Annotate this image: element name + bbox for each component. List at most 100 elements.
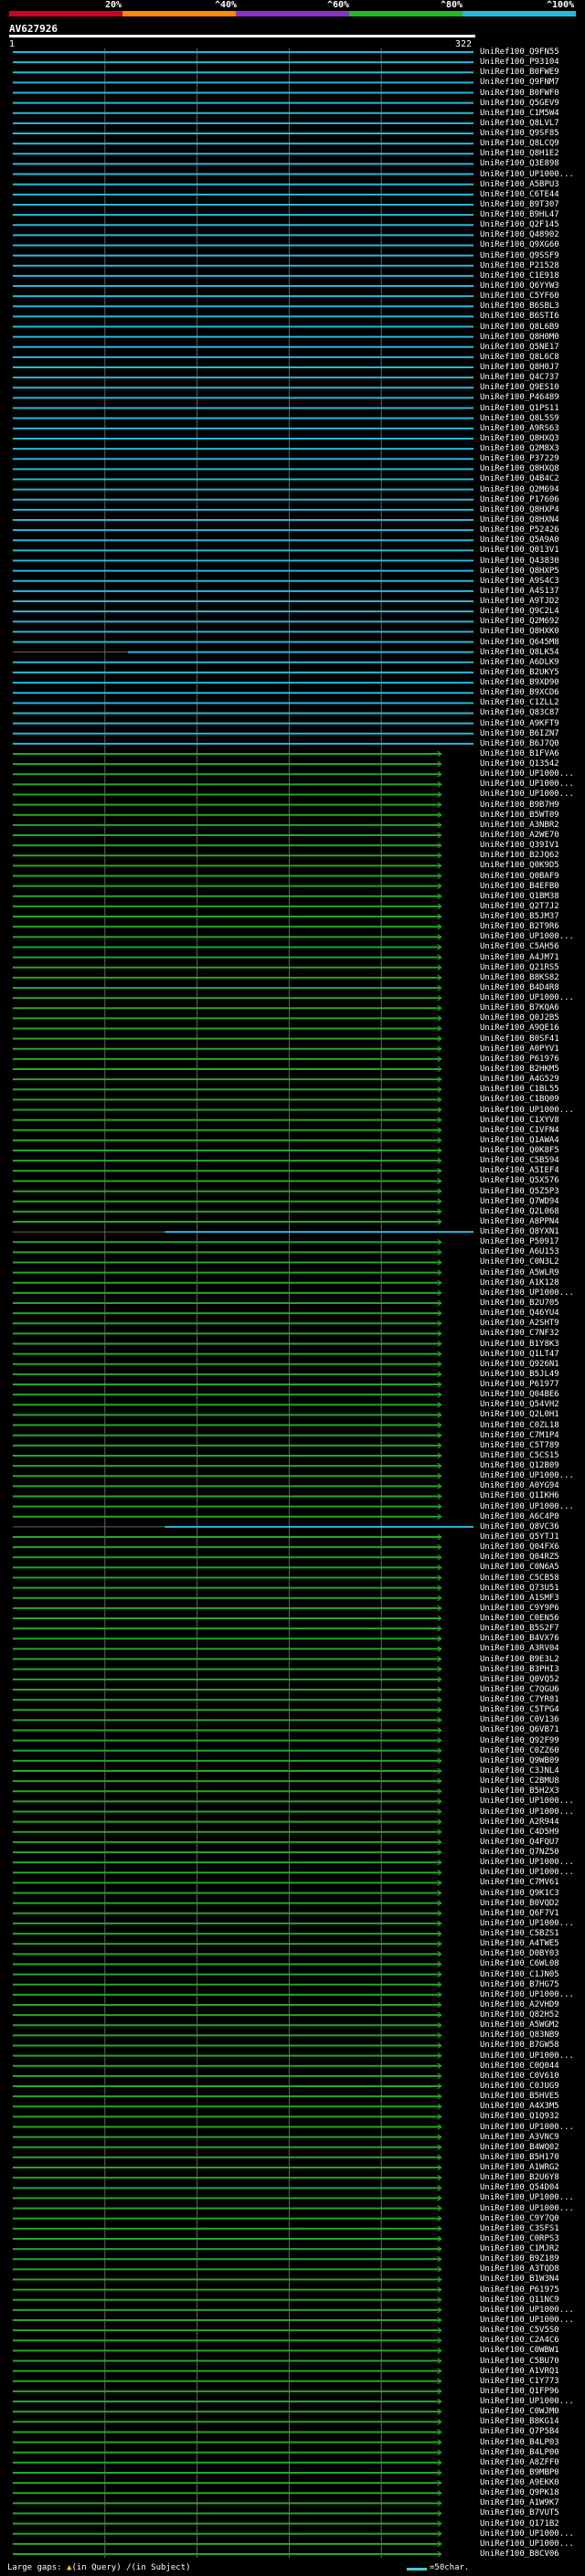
hit-label[interactable]: UniRef100_Q6YYW3 [480,281,559,291]
hit-label[interactable]: UniRef100_UP1000... [480,1807,574,1817]
hit-label[interactable]: UniRef100_C3JNL4 [480,1766,559,1776]
hit-label[interactable]: UniRef100_UP1000... [480,2398,574,2406]
hit-label[interactable]: UniRef100_B4LP00 [480,2448,559,2457]
hit-label[interactable]: UniRef100_UP1000... [480,780,574,789]
hit-label[interactable]: UniRef100_A1SMF3 [480,1594,559,1603]
hit-label[interactable]: UniRef100_A5WGM2 [480,2021,559,2030]
hit-label[interactable]: UniRef100_A3TQD8 [480,2265,559,2274]
hit-label[interactable]: UniRef100_Q12B09 [480,1462,559,1470]
hit-label[interactable]: UniRef100_A4S137 [480,587,559,596]
hit-label[interactable]: UniRef100_D0BY03 [480,1950,559,1958]
hit-label[interactable]: UniRef100_B0FWE9 [480,69,559,77]
hit-label[interactable]: UniRef100_Q8YXN1 [480,1228,559,1236]
hit-label[interactable]: UniRef100_Q926N1 [480,1360,559,1369]
hit-label[interactable]: UniRef100_C0RPS3 [480,2234,559,2243]
hit-label[interactable]: UniRef100_C5YF60 [480,292,559,301]
hit-label[interactable]: UniRef100_C1MJR2 [480,2245,559,2253]
hit-label[interactable]: UniRef100_Q9K1C3 [480,1889,559,1898]
hit-label[interactable]: UniRef100_UP1000... [480,1919,574,1928]
hit-label[interactable]: UniRef100_Q9SF85 [480,130,559,138]
hit-label[interactable]: UniRef100_C1XYV8 [480,1116,559,1125]
hit-label[interactable]: UniRef100_Q9FNM7 [480,79,559,87]
hit-label[interactable]: UniRef100_Q2L0H1 [480,1411,559,1419]
hit-label[interactable]: UniRef100_C0WJM0 [480,2408,559,2416]
hit-label[interactable]: UniRef100_P61977 [480,1381,559,1389]
hit-label[interactable]: UniRef100_Q83NB9 [480,2031,559,2040]
hit-label[interactable]: UniRef100_C5CS15 [480,1451,559,1460]
hit-label[interactable]: UniRef100_UP1000... [480,2539,574,2549]
hit-label[interactable]: UniRef100_Q13542 [480,760,559,769]
hit-label[interactable]: UniRef100_Q8H0M0 [480,333,559,342]
hit-label[interactable]: UniRef100_B7KQA6 [480,1004,559,1012]
hit-label[interactable]: UniRef100_B4VX76 [480,1635,559,1643]
hit-label[interactable]: UniRef100_C2A4C6 [480,2337,559,2345]
hit-label[interactable]: UniRef100_C7YR81 [480,1696,559,1704]
hit-label[interactable]: UniRef100_C4D5H9 [480,1828,559,1837]
hit-label[interactable]: UniRef100_Q5A9A0 [480,536,559,545]
hit-label[interactable]: UniRef100_Q2M692 [480,618,559,626]
hit-label[interactable]: UniRef100_Q0K9D5 [480,862,559,870]
hit-label[interactable]: UniRef100_Q3E898 [480,160,559,168]
hit-label[interactable]: UniRef100_UP1000... [480,790,574,799]
hit-label[interactable]: UniRef100_Q8LK54 [480,648,559,657]
hit-label[interactable]: UniRef100_Q1Q932 [480,2113,559,2121]
hit-label[interactable]: UniRef100_Q11NC9 [480,2295,559,2305]
hit-label[interactable]: UniRef100_A9RS63 [480,424,559,433]
hit-label[interactable]: UniRef100_Q9XG60 [480,241,559,249]
hit-label[interactable]: UniRef100_B4LP03 [480,2438,559,2447]
hit-label[interactable]: UniRef100_P61975 [480,2285,559,2295]
hit-label[interactable]: UniRef100_C6WL08 [480,1960,559,1968]
hit-label[interactable]: UniRef100_Q8HXP4 [480,505,559,514]
hit-label[interactable]: UniRef100_B9B7H9 [480,800,559,810]
hit-label[interactable]: UniRef100_C0JUG9 [480,2083,559,2091]
hit-label[interactable]: UniRef100_Q8HXP5 [480,567,559,576]
hit-label[interactable]: UniRef100_C5BU70 [480,2357,559,2366]
hit-label[interactable]: UniRef100_A2SHT9 [480,1320,559,1328]
hit-label[interactable]: UniRef100_P93104 [480,58,559,67]
hit-label[interactable]: UniRef100_B6J7Q0 [480,739,559,748]
hit-label[interactable]: UniRef100_B8KG14 [480,2418,559,2426]
hit-label[interactable]: UniRef100_Q8L6B9 [480,323,559,332]
hit-label[interactable]: UniRef100_Q8HXK0 [480,628,559,636]
hit-label[interactable]: UniRef100_C0N3L2 [480,1258,559,1267]
hit-label[interactable]: UniRef100_UP1000... [480,1106,574,1115]
hit-label[interactable]: UniRef100_Q8H0J7 [480,364,559,372]
hit-label[interactable]: UniRef100_B5H170 [480,2153,559,2162]
hit-label[interactable]: UniRef100_B6STI6 [480,313,559,321]
hit-label[interactable]: UniRef100_B9MBP0 [480,2468,559,2477]
hit-label[interactable]: UniRef100_UP1000... [480,2306,574,2315]
hit-label[interactable]: UniRef100_Q39IV1 [480,842,559,850]
hit-label[interactable]: UniRef100_Q82H52 [480,2011,559,2019]
hit-label[interactable]: UniRef100_A3RV04 [480,1645,559,1653]
hit-label[interactable]: UniRef100_UP1000... [480,2051,574,2061]
hit-label[interactable]: UniRef100_C2BMU8 [480,1777,559,1786]
hit-label[interactable]: UniRef100_B8CV06 [480,2550,559,2559]
hit-label[interactable]: UniRef100_C5B594 [480,1157,559,1165]
hit-label[interactable]: UniRef100_Q4C737 [480,374,559,382]
hit-label[interactable]: UniRef100_P46489 [480,394,559,402]
hit-label[interactable]: UniRef100_A1VRQ1 [480,2367,559,2376]
hit-label[interactable]: UniRef100_Q6VB71 [480,1726,559,1734]
hit-label[interactable]: UniRef100_A4TWE5 [480,1940,559,1948]
hit-label[interactable]: UniRef100_B4D4R8 [480,983,559,992]
hit-label[interactable]: UniRef100_UP1000... [480,1990,574,1999]
hit-label[interactable]: UniRef100_P50917 [480,1238,559,1246]
hit-label[interactable]: UniRef100_A9KFT9 [480,719,559,728]
hit-label[interactable]: UniRef100_Q8HXQ3 [480,434,559,443]
hit-label[interactable]: UniRef100_C1BQ09 [480,1096,559,1104]
hit-label[interactable]: UniRef100_Q5X576 [480,1177,559,1185]
hit-label[interactable]: UniRef100_C0ZZ60 [480,1746,559,1755]
hit-label[interactable]: UniRef100_B1Y8K3 [480,1340,559,1349]
hit-label[interactable]: UniRef100_C0V610 [480,2072,559,2081]
hit-label[interactable]: UniRef100_B2U6Y8 [480,2174,559,2182]
hit-label[interactable]: UniRef100_C7QGU6 [480,1685,559,1694]
hit-label[interactable]: UniRef100_A9S4C3 [480,577,559,586]
hit-label[interactable]: UniRef100_B6IZN7 [480,729,559,738]
hit-label[interactable]: UniRef100_A9QE16 [480,1024,559,1033]
hit-label[interactable]: UniRef100_B2UKY5 [480,668,559,677]
hit-label[interactable]: UniRef100_UP1000... [480,1288,574,1298]
hit-label[interactable]: UniRef100_UP1000... [480,170,574,179]
hit-label[interactable]: UniRef100_A0YG94 [480,1482,559,1490]
hit-label[interactable]: UniRef100_UP1000... [480,2316,574,2325]
hit-label[interactable]: UniRef100_Q04FX6 [480,1543,559,1552]
